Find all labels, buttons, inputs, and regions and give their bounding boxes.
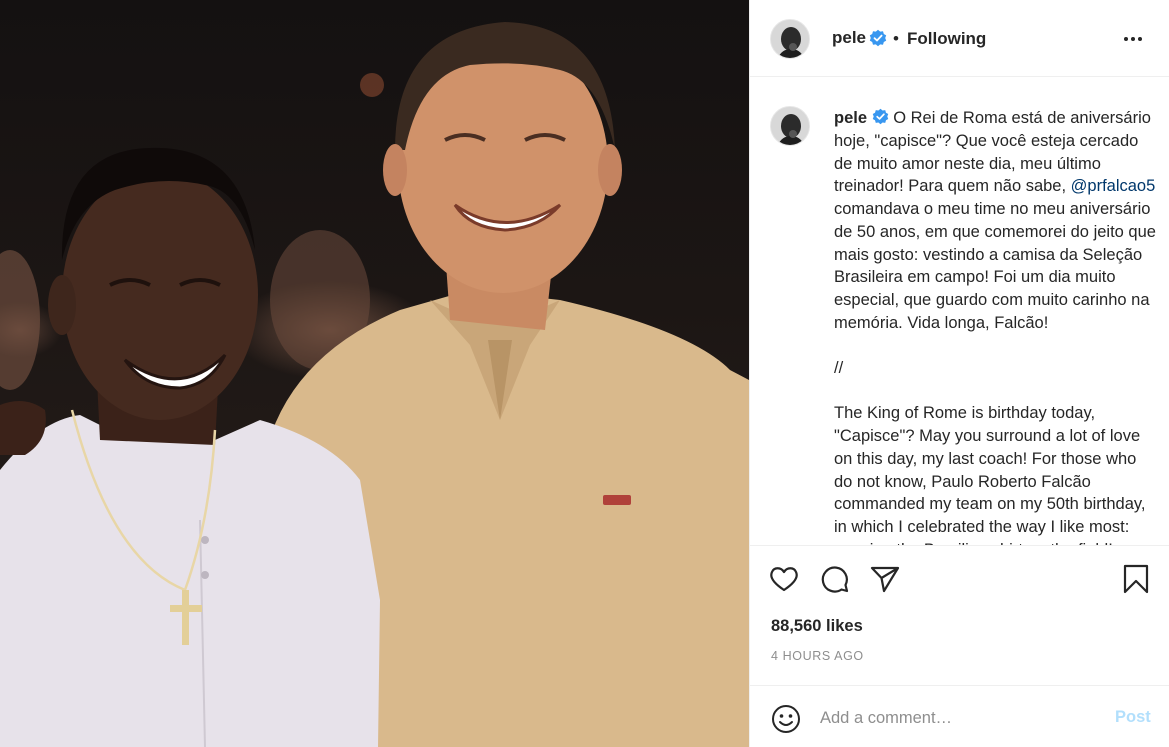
post-side-panel: pele • Following pele O Rei de Roma está… xyxy=(749,0,1169,747)
post-photo[interactable] xyxy=(0,0,749,747)
heart-icon[interactable] xyxy=(767,562,801,596)
caption-avatar[interactable] xyxy=(770,106,810,146)
post-actions: 88,560 likes 4 HOURS AGO xyxy=(750,545,1169,685)
paper-plane-icon[interactable] xyxy=(868,562,902,596)
emoji-icon[interactable] xyxy=(770,703,802,735)
post-comment-button[interactable]: Post xyxy=(1115,708,1151,727)
comment-input[interactable] xyxy=(820,702,1100,734)
avatar[interactable] xyxy=(770,19,810,59)
caption-username[interactable]: pele xyxy=(834,109,867,127)
header-separator: • xyxy=(893,29,899,48)
photo-illustration xyxy=(0,22,749,747)
caption-area[interactable]: pele O Rei de Roma está de aniversário h… xyxy=(750,78,1169,545)
post-timestamp[interactable]: 4 HOURS AGO xyxy=(771,649,864,663)
header-username[interactable]: pele xyxy=(832,28,866,48)
caption-text: pele O Rei de Roma está de aniversário h… xyxy=(834,107,1156,545)
caption-pt-part-2: comandava o meu time no meu aniversário … xyxy=(834,177,1161,332)
verified-badge-icon xyxy=(872,107,889,130)
bookmark-icon[interactable] xyxy=(1119,562,1153,596)
comment-icon[interactable] xyxy=(818,562,852,596)
mention-link[interactable]: @prfalcao5 xyxy=(1071,177,1156,195)
caption-en: The King of Rome is birthday today, "Cap… xyxy=(834,404,1146,545)
verified-badge-icon xyxy=(869,29,887,52)
avatar-image xyxy=(771,107,809,145)
more-options-icon[interactable] xyxy=(1122,28,1144,50)
comment-bar: Post xyxy=(750,685,1169,747)
caption-divider: // xyxy=(834,359,844,378)
following-button[interactable]: Following xyxy=(907,29,986,49)
avatar-image xyxy=(771,20,809,58)
likes-count[interactable]: 88,560 likes xyxy=(771,617,863,636)
post-header: pele • Following xyxy=(750,0,1169,77)
